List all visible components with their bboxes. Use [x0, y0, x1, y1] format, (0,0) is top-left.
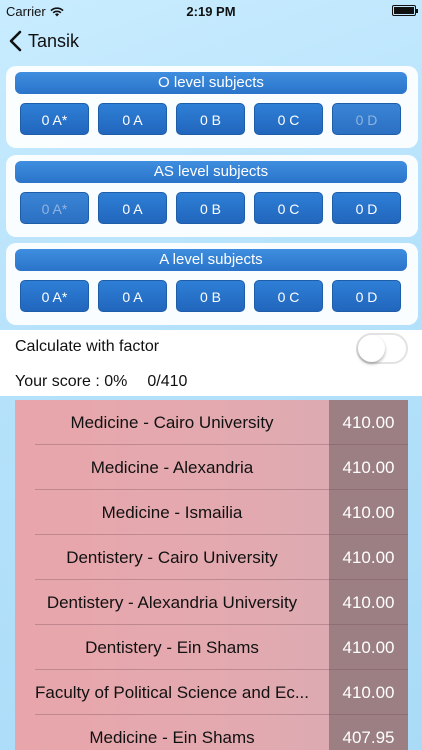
score-total: 0/410: [147, 373, 188, 390]
grade-d-button[interactable]: 0 D: [332, 280, 401, 312]
back-button-label: Tansik: [28, 30, 80, 51]
factor-area: Calculate with factor Your score : 0% 0/…: [0, 330, 422, 396]
required-score: 410.00: [342, 503, 395, 522]
as-level-panel: AS level subjects 0 A* 0 A 0 B 0 C 0 D: [6, 155, 418, 237]
faculty-name: Medicine - Cairo University: [70, 413, 274, 432]
required-score: 407.95: [342, 728, 395, 747]
grade-row: 0 A* 0 A 0 B 0 C 0 D: [20, 192, 401, 224]
faculty-name: Medicine - Ismailia: [101, 503, 243, 522]
score-percent: Your score : 0%: [15, 373, 128, 390]
score-line: Your score : 0% 0/410: [15, 373, 187, 391]
a-level-panel: A level subjects 0 A* 0 A 0 B 0 C 0 D: [6, 243, 418, 325]
grade-c-button[interactable]: 0 C: [254, 280, 323, 312]
list-item[interactable]: Medicine - Ismailia 410.00: [15, 490, 408, 535]
results-list[interactable]: Medicine - Cairo University 410.00 Medic…: [15, 400, 408, 750]
back-button[interactable]: Tansik: [8, 30, 79, 52]
panel-title: AS level subjects: [15, 161, 407, 183]
grade-a-button[interactable]: 0 A: [98, 103, 167, 135]
grade-a-star-button[interactable]: 0 A*: [20, 192, 89, 224]
required-score: 410.00: [342, 683, 395, 702]
chevron-left-icon: [9, 30, 22, 52]
grade-b-button[interactable]: 0 B: [176, 280, 245, 312]
faculty-name: Dentistery - Cairo University: [66, 548, 278, 567]
list-item[interactable]: Dentistery - Ein Shams 410.00: [15, 625, 408, 670]
required-score: 410.00: [342, 458, 395, 477]
faculty-name: Medicine - Ein Shams: [89, 728, 255, 747]
list-item[interactable]: Dentistery - Cairo University 410.00: [15, 535, 408, 580]
list-item[interactable]: Faculty of Political Science and Ec... 4…: [15, 670, 408, 715]
status-time: 2:19 PM: [186, 4, 236, 19]
grade-row: 0 A* 0 A 0 B 0 C 0 D: [20, 280, 401, 312]
factor-label: Calculate with factor: [15, 338, 160, 355]
factor-toggle[interactable]: [356, 333, 408, 364]
grade-a-star-button[interactable]: 0 A*: [20, 103, 89, 135]
grade-d-button[interactable]: 0 D: [332, 192, 401, 224]
grade-c-button[interactable]: 0 C: [254, 192, 323, 224]
toggle-knob: [358, 335, 385, 362]
grade-a-button[interactable]: 0 A: [98, 192, 167, 224]
faculty-name: Faculty of Political Science and Ec...: [34, 683, 310, 702]
panel-title: O level subjects: [15, 72, 407, 94]
nav-bar: Tansik: [0, 22, 422, 64]
grade-d-button[interactable]: 0 D: [332, 103, 401, 135]
list-item[interactable]: Medicine - Cairo University 410.00: [15, 400, 408, 445]
faculty-name: Medicine - Alexandria: [90, 458, 254, 477]
required-score: 410.00: [342, 638, 395, 657]
grade-c-button[interactable]: 0 C: [254, 103, 323, 135]
status-bar: Carrier 2:19 PM: [0, 0, 422, 22]
faculty-name: Dentistery - Alexandria University: [46, 593, 298, 612]
list-item[interactable]: Dentistery - Alexandria University 410.0…: [15, 580, 408, 625]
faculty-name: Dentistery - Ein Shams: [85, 638, 259, 657]
grade-b-button[interactable]: 0 B: [176, 103, 245, 135]
list-item[interactable]: Medicine - Ein Shams 407.95: [15, 715, 408, 750]
list-item[interactable]: Medicine - Alexandria 410.00: [15, 445, 408, 490]
panel-title: A level subjects: [15, 249, 407, 271]
required-score: 410.00: [342, 548, 395, 567]
required-score: 410.00: [342, 593, 395, 612]
grade-a-button[interactable]: 0 A: [98, 280, 167, 312]
battery-icon: [392, 5, 418, 16]
grade-a-star-button[interactable]: 0 A*: [20, 280, 89, 312]
o-level-panel: O level subjects 0 A* 0 A 0 B 0 C 0 D: [6, 66, 418, 148]
grade-b-button[interactable]: 0 B: [176, 192, 245, 224]
grade-row: 0 A* 0 A 0 B 0 C 0 D: [20, 103, 401, 135]
required-score: 410.00: [342, 413, 395, 432]
